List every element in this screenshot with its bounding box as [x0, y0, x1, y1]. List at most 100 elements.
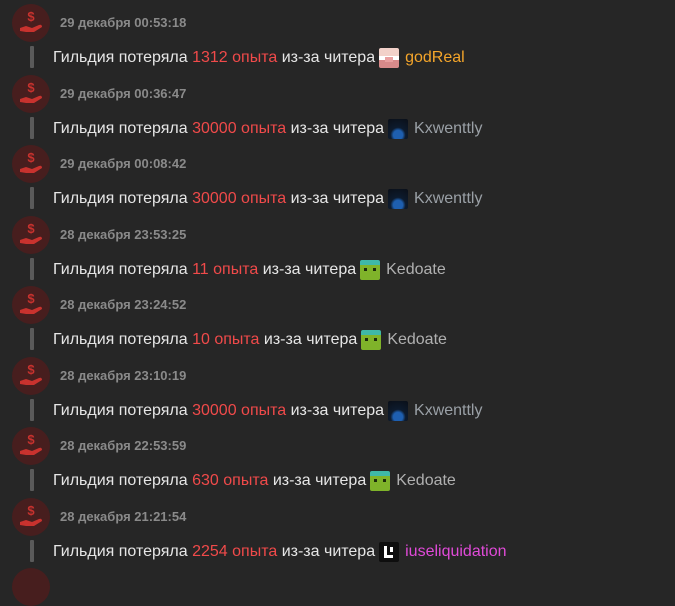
- hand-money-icon: $: [20, 9, 42, 32]
- xp-unit: опыта: [213, 260, 259, 278]
- xp-loss-avatar: $: [12, 356, 50, 395]
- next-entry-avatar: [12, 568, 50, 606]
- message-middle: из-за читера: [281, 542, 376, 560]
- entry-timestamp: 28 декабря 23:24:52: [60, 297, 187, 312]
- player-name[interactable]: godReal: [405, 49, 465, 67]
- xp-loss-avatar: $: [12, 4, 50, 42]
- svg-text:$: $: [27, 221, 35, 236]
- xp-unit: опыта: [232, 542, 278, 560]
- quote-bar: [30, 46, 34, 68]
- xp-unit: опыта: [223, 472, 269, 489]
- player-name[interactable]: Kxwenttly: [414, 190, 482, 208]
- quote-bar: [30, 187, 34, 209]
- entry-timestamp: 29 декабря 00:53:18: [60, 15, 187, 30]
- quote-bar: [30, 539, 34, 562]
- message-prefix: Гильдия потеряла: [53, 49, 188, 66]
- message-middle: из-за читера: [290, 401, 385, 419]
- player-head-icon: [379, 48, 400, 68]
- message-prefix: Гильдия потеряла: [53, 260, 188, 278]
- entry-message: Гильдия потеряла 1312 опыта из-за читера…: [53, 48, 465, 68]
- svg-text:$: $: [27, 9, 35, 24]
- entry-message: Гильдия потеряла 2254 опыта из-за читера…: [53, 541, 507, 562]
- svg-text:$: $: [27, 362, 35, 377]
- xp-loss-avatar: $: [12, 427, 50, 465]
- feed-entry: $ 29 декабря 00:08:42 Гильдия потеряла 3…: [0, 145, 675, 215]
- message-prefix: Гильдия потеряла: [53, 190, 188, 207]
- hand-money-icon: $: [20, 221, 42, 244]
- xp-loss-avatar: $: [12, 145, 50, 183]
- player-name[interactable]: iuseliquidation: [405, 543, 506, 561]
- player-name[interactable]: Kxwenttly: [414, 120, 482, 138]
- quote-bar: [30, 328, 34, 350]
- xp-amount[interactable]: 630 опыта: [192, 472, 268, 490]
- player-name[interactable]: Kxwenttly: [414, 402, 482, 420]
- feed-entry: $ 28 декабря 21:21:54 Гильдия потеряла 2…: [0, 497, 675, 568]
- svg-text:$: $: [27, 150, 35, 165]
- entry-timestamp: 28 декабря 23:53:25: [60, 226, 187, 242]
- feed-entry: $ 28 декабря 23:24:52 Гильдия потеряла 1…: [0, 286, 675, 356]
- entry-timestamp: 28 декабря 23:10:19: [60, 367, 187, 383]
- xp-unit: опыта: [232, 49, 278, 66]
- xp-amount-value: 30000: [192, 119, 237, 137]
- xp-amount-value: 630: [192, 472, 219, 489]
- message-middle: из-за читера: [263, 331, 358, 348]
- entry-message: Гильдия потеряла 30000 опыта из-за читер…: [53, 400, 482, 421]
- player-name[interactable]: Kedoate: [396, 472, 456, 490]
- entry-timestamp: 29 декабря 00:08:42: [60, 156, 187, 171]
- xp-loss-avatar: $: [12, 497, 50, 536]
- svg-text:$: $: [27, 80, 35, 95]
- xp-amount-value: 2254: [192, 542, 228, 560]
- xp-amount-value: 1312: [192, 49, 228, 66]
- svg-text:$: $: [27, 291, 35, 306]
- message-middle: из-за читера: [281, 49, 376, 66]
- message-prefix: Гильдия потеряла: [53, 472, 188, 489]
- xp-amount-value: 30000: [192, 190, 237, 207]
- message-middle: из-за читера: [290, 119, 385, 137]
- svg-text:$: $: [27, 503, 35, 518]
- message-middle: из-за читера: [290, 190, 385, 207]
- message-middle: из-за читера: [272, 472, 367, 489]
- message-prefix: Гильдия потеряла: [53, 401, 188, 419]
- quote-bar: [30, 398, 34, 421]
- xp-unit: опыта: [241, 119, 287, 137]
- xp-amount[interactable]: 1312 опыта: [192, 49, 277, 67]
- feed-entry: $ 29 декабря 00:53:18 Гильдия потеряла 1…: [0, 4, 675, 74]
- player-head-icon: [388, 189, 409, 209]
- xp-loss-avatar: $: [12, 74, 50, 113]
- feed-entry: $ 28 декабря 23:53:25 Гильдия потеряла 1…: [0, 215, 675, 286]
- xp-amount-value: 10: [192, 331, 210, 348]
- xp-amount[interactable]: 2254 опыта: [192, 543, 277, 561]
- xp-amount-value: 11: [192, 260, 209, 278]
- xp-amount[interactable]: 30000 опыта: [192, 190, 286, 208]
- hand-money-icon: $: [20, 362, 42, 385]
- xp-amount[interactable]: 10 опыта: [192, 331, 259, 349]
- entry-message: Гильдия потеряла 30000 опыта из-за читер…: [53, 118, 482, 139]
- entry-timestamp: 29 декабря 00:36:47: [60, 85, 187, 101]
- message-prefix: Гильдия потеряла: [53, 331, 188, 348]
- xp-unit: опыта: [241, 190, 287, 207]
- quote-bar: [30, 116, 34, 139]
- xp-unit: опыта: [214, 331, 260, 348]
- xp-amount-value: 30000: [192, 401, 237, 419]
- message-prefix: Гильдия потеряла: [53, 542, 188, 560]
- hand-money-icon: $: [20, 291, 42, 314]
- xp-amount[interactable]: 30000 опыта: [192, 402, 286, 420]
- entry-message: Гильдия потеряла 10 опыта из-за читера K…: [53, 330, 447, 350]
- entry-message: Гильдия потеряла 30000 опыта из-за читер…: [53, 189, 482, 209]
- entry-message: Гильдия потеряла 630 опыта из-за читера …: [53, 471, 456, 491]
- xp-loss-avatar: $: [12, 286, 50, 324]
- player-name[interactable]: Kedoate: [386, 261, 446, 279]
- hand-money-icon: $: [20, 80, 42, 103]
- feed-entry: $ 28 декабря 23:10:19 Гильдия потеряла 3…: [0, 356, 675, 427]
- player-name[interactable]: Kedoate: [387, 331, 447, 349]
- xp-loss-avatar: $: [12, 215, 50, 254]
- message-prefix: Гильдия потеряла: [53, 119, 188, 137]
- entry-message: Гильдия потеряла 11 опыта из-за читера K…: [53, 259, 446, 280]
- xp-amount[interactable]: 30000 опыта: [192, 120, 286, 138]
- activity-feed: $ 29 декабря 00:53:18 Гильдия потеряла 1…: [0, 0, 675, 606]
- xp-amount[interactable]: 11 опыта: [192, 261, 258, 279]
- entry-timestamp: 28 декабря 21:21:54: [60, 508, 187, 524]
- feed-entry: $ 29 декабря 00:36:47 Гильдия потеряла 3…: [0, 74, 675, 145]
- player-head-icon: [379, 541, 400, 562]
- quote-bar: [30, 469, 34, 491]
